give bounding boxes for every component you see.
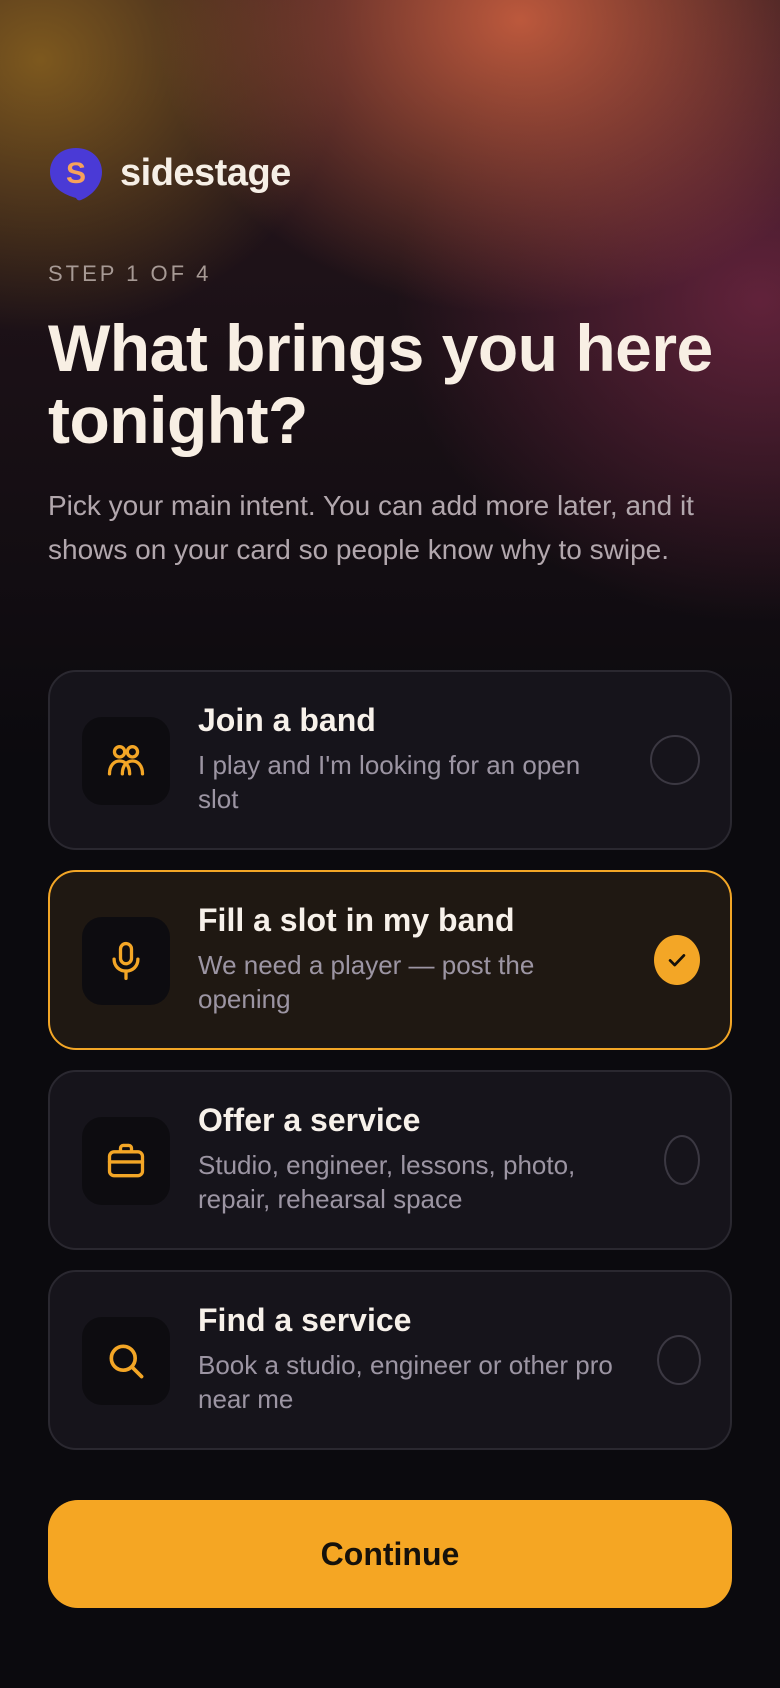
people-icon bbox=[82, 717, 170, 805]
search-icon bbox=[82, 1317, 170, 1405]
option-description: Book a studio, engineer or other pro nea… bbox=[198, 1350, 613, 1414]
option-find-a-service[interactable]: Find a service Book a studio, engineer o… bbox=[48, 1270, 732, 1450]
intent-options: Join a band I play and I'm looking for a… bbox=[48, 670, 732, 1470]
option-title: Fill a slot in my band bbox=[198, 902, 515, 938]
svg-text:S: S bbox=[66, 157, 86, 190]
option-description: Studio, engineer, lessons, photo, repair… bbox=[198, 1150, 576, 1214]
step-indicator: STEP 1 OF 4 bbox=[48, 261, 212, 286]
option-radio-checked[interactable] bbox=[654, 935, 700, 985]
option-radio[interactable] bbox=[664, 1135, 700, 1185]
option-radio[interactable] bbox=[650, 735, 700, 785]
brand: S sidestage bbox=[48, 145, 291, 201]
option-title: Find a service bbox=[198, 1302, 412, 1338]
option-offer-a-service[interactable]: Offer a service Studio, engineer, lesson… bbox=[48, 1070, 732, 1250]
option-join-a-band[interactable]: Join a band I play and I'm looking for a… bbox=[48, 670, 732, 850]
option-radio[interactable] bbox=[657, 1335, 701, 1385]
continue-button[interactable]: Continue bbox=[48, 1500, 732, 1608]
briefcase-icon bbox=[82, 1117, 170, 1205]
option-fill-a-slot[interactable]: Fill a slot in my band We need a player … bbox=[48, 870, 732, 1050]
option-title: Join a band bbox=[198, 702, 376, 738]
checkmark-icon bbox=[668, 954, 686, 967]
sidestage-logo-icon: S bbox=[50, 148, 102, 201]
option-description: I play and I'm looking for an open slot bbox=[198, 750, 581, 814]
page-title: What brings you here tonight? bbox=[48, 311, 713, 457]
microphone-icon bbox=[82, 917, 170, 1005]
page-subtitle: Pick your main intent. You can add more … bbox=[48, 490, 694, 565]
option-title: Offer a service bbox=[198, 1102, 421, 1138]
brand-name: sidestage bbox=[120, 151, 291, 194]
option-description: We need a player — post the opening bbox=[198, 950, 535, 1014]
